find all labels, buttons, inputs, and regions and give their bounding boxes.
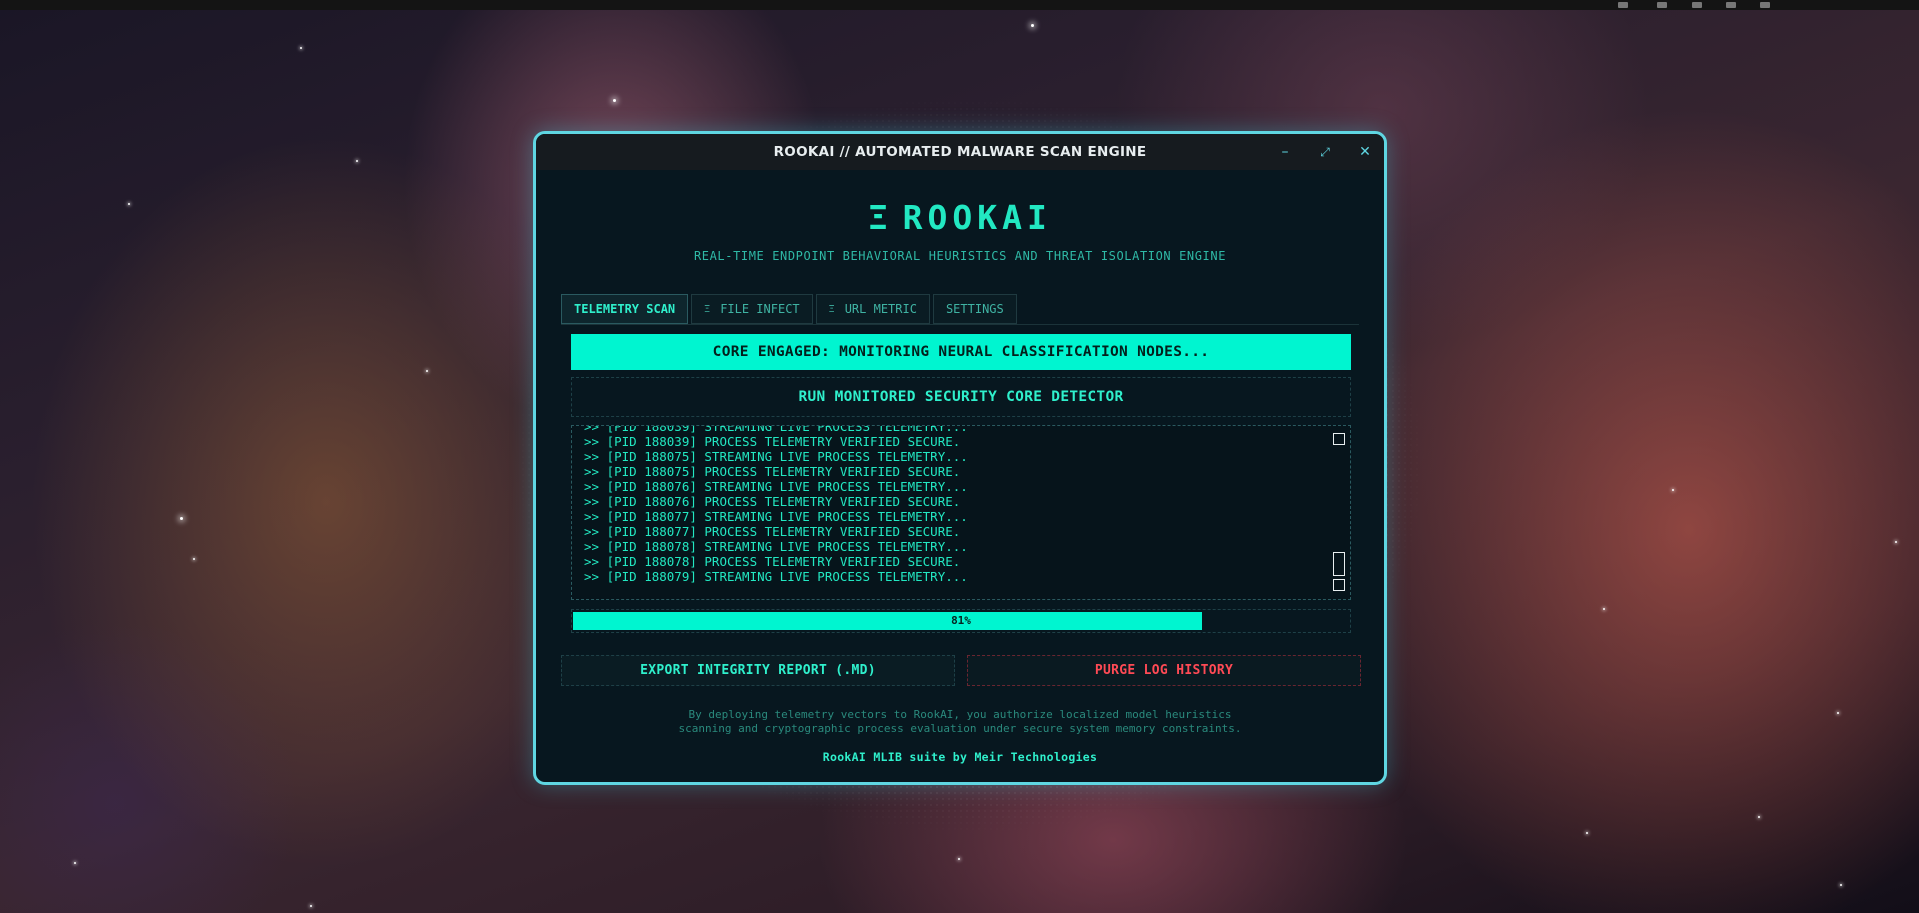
log-line: >> [PID 188075] PROCESS TELEMETRY VERIFI… [584,464,961,479]
progress-label: 81% [951,614,971,627]
disclaimer-line: By deploying telemetry vectors to RookAI… [688,708,1232,721]
tray-icon[interactable] [1657,2,1667,8]
desktop-top-bar [0,0,1919,10]
scroll-down-button[interactable] [1333,579,1345,591]
xi-icon: Ξ [828,303,835,315]
tab-file-infect[interactable]: Ξ FILE INFECT [691,294,813,324]
tab-settings[interactable]: SETTINGS [932,294,1017,324]
window-title: ROOKAI // AUTOMATED MALWARE SCAN ENGINE [773,144,1147,160]
scroll-thumb[interactable] [1333,552,1345,576]
scan-progress-bar: 81% [571,609,1351,633]
scroll-up-button[interactable] [1333,433,1345,445]
disclaimer-line: scanning and cryptographic process evalu… [678,721,1242,735]
log-line: >> [PID 188077] STREAMING LIVE PROCESS T… [584,509,968,524]
tab-label: URL METRIC [844,302,917,316]
tab-url-metric[interactable]: Ξ URL METRIC [815,294,930,324]
log-line: >> [PID 188076] PROCESS TELEMETRY VERIFI… [584,494,961,509]
tab-label: TELEMETRY SCAN [574,302,676,316]
log-line: >> [PID 188078] PROCESS TELEMETRY VERIFI… [584,554,961,569]
log-line: >> [PID 188039] STREAMING LIVE PROCESS T… [584,425,968,434]
log-scrollbar[interactable] [1329,426,1349,599]
tab-label: SETTINGS [945,302,1004,316]
status-banner: CORE ENGAGED: MONITORING NEURAL CLASSIFI… [571,334,1351,370]
log-line: >> [PID 188077] PROCESS TELEMETRY VERIFI… [584,524,961,539]
tab-telemetry-scan[interactable]: TELEMETRY SCAN [561,294,689,324]
title-bar[interactable]: ROOKAI // AUTOMATED MALWARE SCAN ENGINE … [536,134,1384,170]
tab-bar: TELEMETRY SCAN Ξ FILE INFECT Ξ URL METRI… [561,294,1020,324]
log-line: >> [PID 188075] STREAMING LIVE PROCESS T… [584,449,968,464]
maximize-icon[interactable]: ⤢ [1315,142,1335,162]
consent-disclaimer: By deploying telemetry vectors to RookAI… [536,708,1384,735]
purge-log-button[interactable]: PURGE LOG HISTORY [967,655,1361,686]
run-detector-button[interactable]: RUN MONITORED SECURITY CORE DETECTOR [571,377,1351,417]
tray-icon[interactable] [1760,2,1770,8]
logo-text: ROOKAI [902,198,1052,237]
log-line: >> [PID 188076] STREAMING LIVE PROCESS T… [584,479,968,494]
log-line: >> [PID 188079] STREAMING LIVE PROCESS T… [584,569,968,584]
logo-icon: Ξ [868,198,893,237]
app-window: ROOKAI // AUTOMATED MALWARE SCAN ENGINE … [533,131,1387,785]
export-report-button[interactable]: EXPORT INTEGRITY REPORT (.MD) [561,655,955,686]
app-subtitle: REAL-TIME ENDPOINT BEHAVIORAL HEURISTICS… [693,249,1227,263]
log-line: >> [PID 188078] STREAMING LIVE PROCESS T… [584,539,968,554]
minimize-icon[interactable]: – [1275,142,1295,162]
app-logo: Ξ ROOKAI [536,198,1384,237]
telemetry-log[interactable]: >> [PID 188039] STREAMING LIVE PROCESS T… [571,425,1351,600]
log-content: >> [PID 188039] STREAMING LIVE PROCESS T… [584,425,1320,584]
tray-icon[interactable] [1692,2,1702,8]
log-line: >> [PID 188039] PROCESS TELEMETRY VERIFI… [584,434,961,449]
tray-icon[interactable] [1618,2,1628,8]
xi-icon: Ξ [704,303,711,315]
tray-icon[interactable] [1726,2,1736,8]
close-icon[interactable]: ✕ [1355,142,1375,162]
footer-credit: RookAI MLIB suite by Meir Technologies [822,750,1098,764]
tab-label: FILE INFECT [720,302,800,316]
tab-divider [561,324,1359,325]
